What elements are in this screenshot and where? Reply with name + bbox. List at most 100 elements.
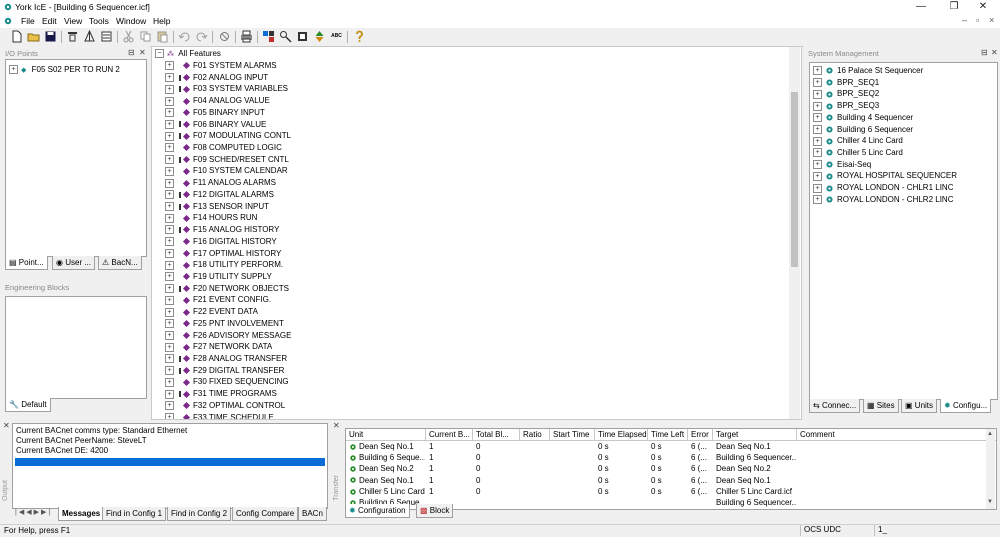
- expand-icon[interactable]: +: [165, 131, 174, 141]
- expand-icon[interactable]: +: [813, 113, 822, 123]
- feature-item[interactable]: + F17 OPTIMAL HISTORY: [165, 248, 281, 260]
- table-row[interactable]: Dean Seq No.1 1 0 0 s 0 s 6 (... Dean Seq No.1: [346, 441, 986, 452]
- paste-icon[interactable]: [156, 30, 169, 43]
- feature-item[interactable]: + F06 BINARY VALUE: [165, 119, 266, 131]
- transfer-icon[interactable]: [313, 30, 326, 43]
- menu-window[interactable]: Window: [116, 16, 146, 26]
- tab-configuration[interactable]: ✹ Configu...: [940, 399, 992, 413]
- tab-messages[interactable]: Messages: [58, 507, 105, 521]
- feature-item[interactable]: + F32 OPTIMAL CONTROL: [165, 400, 285, 412]
- feature-item[interactable]: + F25 PNT INVOLVEMENT: [165, 318, 284, 330]
- system-item[interactable]: + Building 4 Sequencer: [813, 112, 913, 124]
- expand-icon[interactable]: +: [165, 73, 174, 83]
- expand-icon[interactable]: +: [813, 66, 822, 76]
- feature-item[interactable]: + F16 DIGITAL HISTORY: [165, 236, 277, 248]
- minimize-button[interactable]: —: [906, 1, 936, 13]
- tab-user[interactable]: ◉ User ...: [52, 256, 95, 270]
- expand-icon[interactable]: +: [165, 143, 174, 153]
- mdi-close-button[interactable]: ×: [989, 15, 994, 25]
- tab-connections[interactable]: ⇆ Connec...: [809, 399, 861, 413]
- expand-icon[interactable]: +: [165, 284, 174, 294]
- expand-icon[interactable]: +: [165, 295, 174, 305]
- expand-icon[interactable]: +: [165, 330, 174, 340]
- redo-icon[interactable]: [195, 30, 208, 43]
- expand-icon[interactable]: +: [165, 225, 174, 235]
- expand-icon[interactable]: +: [165, 119, 174, 129]
- system-item[interactable]: +16 Palace St Sequencer: [813, 65, 923, 77]
- cut-icon[interactable]: [122, 30, 135, 43]
- network-icon[interactable]: [83, 30, 96, 43]
- expand-icon[interactable]: +: [165, 237, 174, 247]
- expand-icon[interactable]: +: [165, 260, 174, 270]
- tab-default[interactable]: 🔧 Default: [5, 398, 51, 412]
- expand-icon[interactable]: +: [165, 178, 174, 188]
- feature-item[interactable]: + F07 MODULATING CONTL: [165, 130, 291, 142]
- expand-icon[interactable]: +: [165, 401, 174, 411]
- scrollbar-thumb[interactable]: [791, 92, 798, 267]
- expand-icon[interactable]: +: [813, 89, 822, 99]
- search-key-icon[interactable]: [279, 30, 292, 43]
- feature-item[interactable]: + F20 NETWORK OBJECTS: [165, 283, 289, 295]
- system-item[interactable]: + ROYAL LONDON - CHLR1 LINC: [813, 182, 953, 194]
- io-points-close-button[interactable]: ✕: [139, 48, 146, 57]
- expand-icon[interactable]: +: [165, 61, 174, 71]
- close-button[interactable]: ✕: [968, 1, 998, 13]
- system-management-close-button[interactable]: ✕: [991, 48, 998, 57]
- feature-item[interactable]: + F31 TIME PROGRAMS: [165, 388, 277, 400]
- expand-icon[interactable]: +: [165, 366, 174, 376]
- feature-item[interactable]: + F10 SYSTEM CALENDAR: [165, 165, 288, 177]
- properties-icon[interactable]: [100, 30, 113, 43]
- tab-config-compare[interactable]: Config Compare: [232, 507, 299, 521]
- expand-icon[interactable]: +: [813, 124, 822, 134]
- expand-icon[interactable]: +: [165, 354, 174, 364]
- system-item[interactable]: + Chiller 5 Linc Card: [813, 147, 903, 159]
- column-header[interactable]: Start Time: [550, 429, 595, 441]
- system-item[interactable]: + ROYAL HOSPITAL SEQUENCER: [813, 170, 957, 182]
- expand-icon[interactable]: +: [165, 377, 174, 387]
- column-header[interactable]: Current B...: [426, 429, 473, 441]
- expand-icon[interactable]: +: [165, 84, 174, 94]
- feature-item[interactable]: + F29 DIGITAL TRANSFER: [165, 365, 284, 377]
- expand-icon[interactable]: +: [165, 108, 174, 118]
- document-gear-icon[interactable]: [3, 16, 13, 26]
- tab-transfer-configuration[interactable]: ✹ Configuration: [345, 504, 410, 518]
- chip-icon[interactable]: [296, 30, 309, 43]
- tree-root[interactable]: − ⁂ All Features: [155, 48, 221, 60]
- column-header[interactable]: Target: [713, 429, 797, 441]
- feature-item[interactable]: + F12 DIGITAL ALARMS: [165, 189, 274, 201]
- tab-scroll-arrows[interactable]: |◀◀▶▶|: [15, 508, 52, 516]
- new-document-icon[interactable]: [10, 30, 23, 43]
- table-row[interactable]: Dean Seq No.2 1 0 0 s 0 s 6 (... Dean Seq No.2: [346, 463, 986, 474]
- feature-item[interactable]: + F22 EVENT DATA: [165, 306, 258, 318]
- expand-icon[interactable]: +: [165, 248, 174, 258]
- tab-bacnet[interactable]: ⚠ BacN...: [98, 256, 142, 270]
- expand-icon[interactable]: +: [165, 213, 174, 223]
- print-icon[interactable]: [240, 30, 253, 43]
- column-header[interactable]: Error: [688, 429, 713, 441]
- feature-item[interactable]: + F02 ANALOG INPUT: [165, 72, 268, 84]
- feature-item[interactable]: + F03 SYSTEM VARIABLES: [165, 83, 288, 95]
- layout-icon[interactable]: [262, 30, 275, 43]
- system-item[interactable]: + ROYAL LONDON - CHLR2 LINC: [813, 194, 953, 206]
- mdi-minimize-button[interactable]: –: [962, 15, 967, 25]
- expand-icon[interactable]: +: [165, 202, 174, 212]
- system-management-float-button[interactable]: ⊟: [981, 48, 988, 57]
- feature-item[interactable]: + F14 HOURS RUN: [165, 212, 257, 224]
- restore-button[interactable]: ❐: [939, 1, 969, 13]
- expand-icon[interactable]: +: [165, 166, 174, 176]
- column-header[interactable]: Time Elapsed: [595, 429, 648, 441]
- feature-item[interactable]: + F13 SENSOR INPUT: [165, 201, 269, 213]
- expand-icon[interactable]: +: [165, 155, 174, 165]
- system-item[interactable]: + BPR_SEQ2: [813, 88, 879, 100]
- expand-icon[interactable]: +: [165, 319, 174, 329]
- expand-icon[interactable]: +: [9, 65, 18, 75]
- selected-line-highlight[interactable]: [15, 458, 325, 466]
- expand-icon[interactable]: +: [165, 190, 174, 200]
- transfer-close-button[interactable]: ✕: [333, 421, 340, 430]
- feature-item[interactable]: + F15 ANALOG HISTORY: [165, 224, 279, 236]
- stop-icon[interactable]: [218, 30, 231, 43]
- collapse-icon[interactable]: −: [155, 49, 164, 59]
- column-header[interactable]: Time Left: [648, 429, 688, 441]
- feature-item[interactable]: + F33 TIME SCHEDULE: [165, 412, 274, 419]
- tab-find-config-2[interactable]: Find in Config 2: [167, 507, 232, 521]
